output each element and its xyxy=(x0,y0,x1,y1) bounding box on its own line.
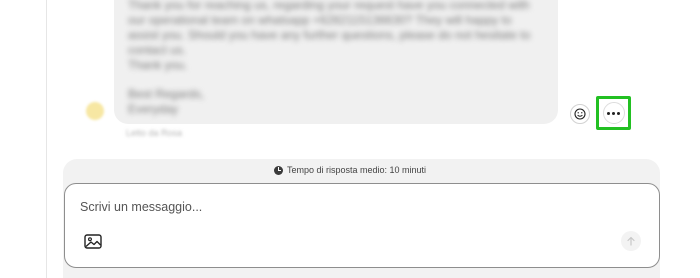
more-options-highlight xyxy=(596,96,631,130)
response-time-text: Tempo di risposta medio: 10 minuti xyxy=(286,165,427,175)
smiley-icon xyxy=(574,108,586,120)
message-line: Best Regards, xyxy=(128,87,205,101)
message-input[interactable] xyxy=(80,198,580,216)
reaction-button[interactable] xyxy=(570,104,590,124)
read-receipt: Letto da Rosa xyxy=(126,128,183,138)
message-text: Thank you for reaching us, regarding you… xyxy=(114,0,558,124)
message-line: Thank you. xyxy=(128,58,188,72)
thread-divider xyxy=(46,0,47,278)
message-line: contact us. xyxy=(128,43,187,57)
message-line: assist you. Should you have any further … xyxy=(128,28,531,42)
message-line: Thank you for reaching us, regarding you… xyxy=(128,0,530,12)
message-line: our operational team on whatsapp +628211… xyxy=(128,13,512,27)
more-options-button[interactable] xyxy=(602,102,625,124)
image-icon xyxy=(84,233,102,249)
message-composer xyxy=(64,183,660,268)
arrow-up-icon xyxy=(627,236,635,246)
clock-icon xyxy=(273,165,283,175)
attach-image-button[interactable] xyxy=(83,233,103,249)
message-bubble: Thank you for reaching us, regarding you… xyxy=(114,0,558,124)
response-time-notice: Tempo di risposta medio: 10 minuti xyxy=(0,161,700,179)
message-line-blank xyxy=(128,73,544,87)
ellipsis-icon xyxy=(607,111,620,115)
avatar[interactable] xyxy=(86,102,104,120)
send-button[interactable] xyxy=(621,231,641,251)
message-line: Everyday xyxy=(128,102,179,116)
